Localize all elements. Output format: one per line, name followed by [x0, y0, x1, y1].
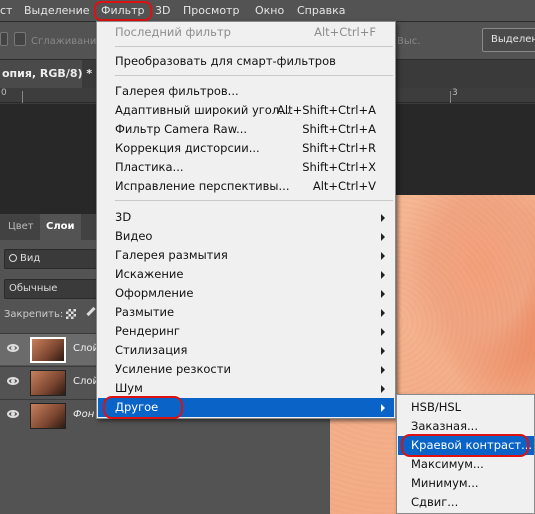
- menu-item-stylize[interactable]: Стилизация: [98, 341, 394, 360]
- select-and-mask-button[interactable]: Выделен: [482, 28, 535, 52]
- menu-3d[interactable]: 3D: [155, 3, 170, 19]
- layer-thumbnail: [30, 337, 66, 363]
- menu-item-label: Шум: [115, 381, 143, 395]
- menu-item-video[interactable]: Видео: [98, 227, 394, 246]
- menu-item-label: Размытие: [115, 305, 175, 319]
- menu-item-filter-gallery[interactable]: Галерея фильтров...: [98, 82, 394, 101]
- visibility-eye-icon[interactable]: [7, 344, 19, 352]
- menu-item-label: Последний фильтр: [115, 25, 231, 39]
- menu-item-pixelate[interactable]: Оформление: [98, 284, 394, 303]
- layer-thumbnail: [30, 403, 66, 429]
- menu-filter[interactable]: Фильтр: [94, 1, 152, 21]
- ruler-label: 0: [1, 88, 7, 98]
- menu-separator: [115, 46, 393, 47]
- menu-item-blur[interactable]: Размытие: [98, 303, 394, 322]
- tab-layers[interactable]: Слои: [40, 214, 81, 240]
- highlight-oval: [401, 434, 529, 457]
- search-icon: [9, 254, 17, 262]
- submenu-arrow-icon: [381, 328, 385, 336]
- layer-filter-label: Вид: [20, 253, 41, 264]
- submenu-arrow-icon: [381, 347, 385, 355]
- submenu-arrow-icon: [381, 309, 385, 317]
- menu-item-vanishing-point[interactable]: Исправление перспективы... Alt+Ctrl+V: [98, 177, 394, 196]
- menu-item-shortcut: Alt+Ctrl+V: [312, 179, 376, 193]
- menu-item-3d[interactable]: 3D: [98, 208, 394, 227]
- layer-filter-select[interactable]: Вид: [4, 249, 100, 269]
- option-control[interactable]: [0, 32, 8, 46]
- menu-item-label: Пластика...: [115, 160, 184, 174]
- menu-item-distort[interactable]: Искажение: [98, 265, 394, 284]
- menu-item-lens-correction[interactable]: Коррекция дисторсии... Shift+Ctrl+R: [98, 139, 394, 158]
- submenu-arrow-icon: [381, 233, 385, 241]
- menu-item-label: Исправление перспективы...: [115, 179, 290, 193]
- menu-item-last-filter[interactable]: Последний фильтр Alt+Ctrl+F: [98, 23, 394, 42]
- menu-item-shortcut: Shift+Ctrl+R: [302, 141, 376, 155]
- menu-item-sharpen[interactable]: Усиление резкости: [98, 360, 394, 379]
- menu-item-label: Искажение: [115, 267, 184, 281]
- menu-item-label: 3D: [115, 210, 132, 224]
- blend-mode-select[interactable]: Обычные: [4, 279, 100, 299]
- submenu-item-offset[interactable]: Сдвиг...: [398, 493, 534, 512]
- ruler-label: 3: [452, 88, 458, 98]
- menu-item-shortcut: Alt+Shift+Ctrl+A: [277, 103, 376, 117]
- submenu-arrow-icon: [381, 385, 385, 393]
- menu-window[interactable]: Окно: [255, 3, 284, 19]
- submenu-arrow-icon: [381, 214, 385, 222]
- menu-item-label: Усиление резкости: [115, 362, 231, 376]
- submenu-arrow-icon: [381, 366, 385, 374]
- menu-item-label: Галерея размытия: [115, 248, 228, 262]
- menu-item-label: Галерея фильтров...: [115, 84, 239, 98]
- submenu-arrow-icon: [381, 271, 385, 279]
- document-tab[interactable]: опия, RGB/8) *: [0, 60, 92, 88]
- menu-separator: [115, 75, 393, 76]
- antialias-label: Сглаживание: [31, 36, 103, 47]
- menu-item-label: Адаптивный широкий угол...: [115, 103, 291, 117]
- lock-label: Закрепить:: [4, 309, 64, 320]
- menu-separator: [115, 200, 393, 201]
- menu-edit-partial[interactable]: ст: [0, 3, 12, 19]
- menu-item-label: Рендеринг: [115, 324, 180, 338]
- menu-item-liquify[interactable]: Пластика... Shift+Ctrl+X: [98, 158, 394, 177]
- menu-item-label: Коррекция дисторсии...: [115, 141, 260, 155]
- layer-row[interactable]: Слой: [0, 366, 100, 398]
- menu-item-shortcut: Shift+Ctrl+A: [302, 122, 376, 136]
- height-label: Выс.: [397, 36, 421, 47]
- layer-name[interactable]: Фон: [73, 409, 94, 420]
- lock-transparent-pixels-icon[interactable]: [66, 309, 76, 319]
- menu-view[interactable]: Просмотр: [183, 3, 239, 19]
- menu-help[interactable]: Справка: [297, 3, 345, 19]
- menu-select[interactable]: Выделение: [24, 3, 90, 19]
- tab-color[interactable]: Цвет: [2, 214, 40, 240]
- menu-item-camera-raw[interactable]: Фильтр Camera Raw... Shift+Ctrl+A: [98, 120, 394, 139]
- filter-menu: Последний фильтр Alt+Ctrl+F Преобразоват…: [96, 21, 396, 419]
- antialias-checkbox[interactable]: [14, 32, 26, 46]
- menu-item-shortcut: Alt+Ctrl+F: [314, 25, 376, 39]
- submenu-arrow-icon: [381, 404, 385, 412]
- menu-bar: ст Выделение Фильтр 3D Просмотр Окно Спр…: [0, 0, 535, 22]
- visibility-eye-icon[interactable]: [7, 410, 19, 418]
- layer-row[interactable]: Слой: [0, 333, 100, 365]
- menu-item-convert-smart-filters[interactable]: Преобразовать для смарт-фильтров: [98, 52, 394, 71]
- menu-item-label: Оформление: [115, 286, 194, 300]
- menu-item-label: Преобразовать для смарт-фильтров: [115, 54, 336, 68]
- menu-item-label: Видео: [115, 229, 153, 243]
- highlight-oval: [103, 396, 183, 419]
- other-submenu: HSB/HSL Заказная... Краевой контраст... …: [396, 394, 535, 514]
- submenu-item-hsb-hsl[interactable]: HSB/HSL: [398, 398, 534, 417]
- visibility-eye-icon[interactable]: [7, 377, 19, 385]
- submenu-arrow-icon: [381, 252, 385, 260]
- ruler-tick: [450, 91, 451, 103]
- menu-item-blur-gallery[interactable]: Галерея размытия: [98, 246, 394, 265]
- menu-item-label: Стилизация: [115, 343, 188, 357]
- layer-thumbnail: [30, 370, 66, 396]
- submenu-arrow-icon: [381, 290, 385, 298]
- layer-row[interactable]: Фон: [0, 399, 100, 431]
- ruler-tick: [22, 91, 23, 103]
- menu-item-render[interactable]: Рендеринг: [98, 322, 394, 341]
- menu-item-shortcut: Shift+Ctrl+X: [302, 160, 376, 174]
- menu-item-adaptive-wide-angle[interactable]: Адаптивный широкий угол... Alt+Shift+Ctr…: [98, 101, 394, 120]
- submenu-item-maximum[interactable]: Максимум...: [398, 455, 534, 474]
- submenu-item-minimum[interactable]: Минимум...: [398, 474, 534, 493]
- menu-item-label: Фильтр Camera Raw...: [115, 122, 248, 136]
